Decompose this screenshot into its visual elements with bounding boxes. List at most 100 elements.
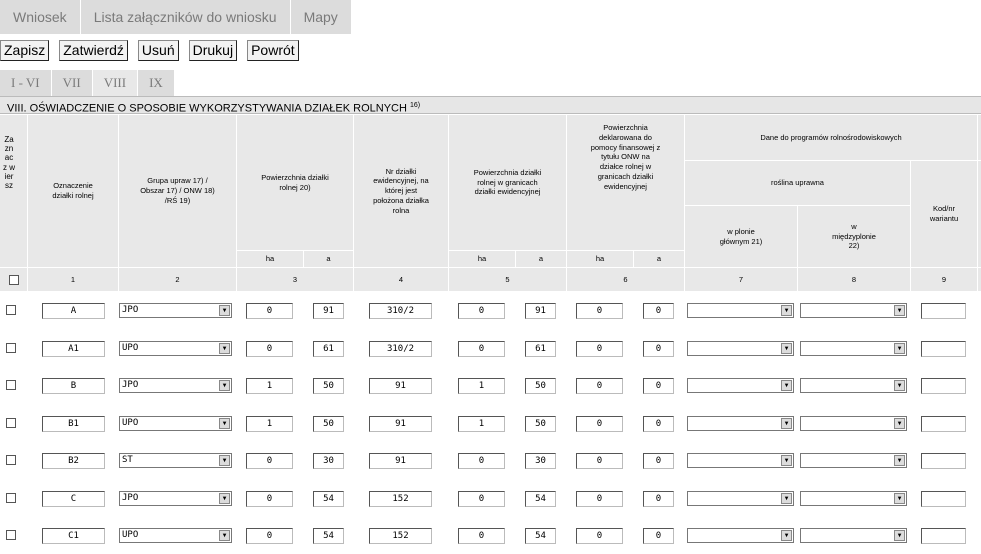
dropdown-arrow-icon[interactable]: ▼ [219,305,230,316]
grupa-upraw-select[interactable]: UPO ▼ [119,528,232,543]
row-select-checkbox[interactable] [6,455,16,465]
nr-dzialki-input[interactable]: 152 [369,490,432,507]
roslina-plon-glowny-select[interactable]: ▼ [687,453,794,468]
dropdown-arrow-icon[interactable]: ▼ [894,342,905,354]
nr-dzialki-input[interactable]: 310/2 [369,340,432,357]
tab-lista-zalacznikow[interactable]: Lista załączników do wniosku [80,0,291,34]
powierzchnia-a-input[interactable]: 54 [313,528,344,544]
oznaczenie-input[interactable]: C1 [42,528,105,544]
roslina-miedzyplon-select[interactable]: ▼ [800,453,907,468]
onw-ha-input[interactable]: 0 [576,340,623,357]
grupa-upraw-select[interactable]: ST ▼ [119,453,232,468]
nr-dzialki-input[interactable]: 310/2 [369,303,432,319]
oznaczenie-input[interactable]: C [42,490,105,507]
onw-a-input[interactable]: 0 [643,303,674,319]
powierzchnia-a-input[interactable]: 50 [313,378,344,394]
onw-ha-input[interactable]: 0 [576,453,623,469]
nr-dzialki-input[interactable]: 152 [369,528,432,544]
kod-wariantu-input[interactable] [921,378,966,394]
powierzchnia-ha-input[interactable]: 0 [246,528,293,544]
dropdown-arrow-icon[interactable]: ▼ [894,455,905,466]
dropdown-arrow-icon[interactable]: ▼ [781,417,792,429]
roslina-plon-glowny-select[interactable]: ▼ [687,528,794,543]
row-select-checkbox[interactable] [6,342,16,353]
dropdown-arrow-icon[interactable]: ▼ [894,380,905,391]
onw-ha-input[interactable]: 0 [576,528,623,544]
subtab-i-vi[interactable]: I - VI [0,70,52,96]
approve-button[interactable]: Zatwierdź [59,40,128,61]
dropdown-arrow-icon[interactable]: ▼ [894,492,905,504]
roslina-plon-glowny-select[interactable]: ▼ [687,303,794,318]
powierzchnia-granice-a-input[interactable]: 30 [525,453,556,469]
kod-wariantu-input[interactable] [921,490,966,507]
onw-a-input[interactable]: 0 [643,490,674,507]
kod-wariantu-input[interactable] [921,340,966,357]
onw-a-input[interactable]: 0 [643,378,674,394]
row-select-checkbox[interactable] [6,380,16,390]
powierzchnia-a-input[interactable]: 30 [313,453,344,469]
powierzchnia-ha-input[interactable]: 1 [246,378,293,394]
roslina-plon-glowny-select[interactable]: ▼ [687,415,794,431]
tab-wniosek[interactable]: Wniosek [0,0,81,34]
dropdown-arrow-icon[interactable]: ▼ [219,492,230,504]
dropdown-arrow-icon[interactable]: ▼ [219,380,230,391]
powierzchnia-granice-ha-input[interactable]: 0 [458,528,505,544]
row-select-checkbox[interactable] [6,417,16,428]
dropdown-arrow-icon[interactable]: ▼ [894,530,905,541]
dropdown-arrow-icon[interactable]: ▼ [219,455,230,466]
powierzchnia-granice-a-input[interactable]: 54 [525,490,556,507]
powierzchnia-ha-input[interactable]: 1 [246,415,293,432]
tab-mapy[interactable]: Mapy [290,0,352,34]
powierzchnia-granice-a-input[interactable]: 50 [525,415,556,432]
row-select-checkbox[interactable] [6,530,16,540]
subtab-vii[interactable]: VII [51,70,93,96]
grupa-upraw-select[interactable]: UPO ▼ [119,340,232,356]
powierzchnia-ha-input[interactable]: 0 [246,490,293,507]
roslina-plon-glowny-select[interactable]: ▼ [687,378,794,393]
dropdown-arrow-icon[interactable]: ▼ [781,492,792,504]
roslina-miedzyplon-select[interactable]: ▼ [800,528,907,543]
dropdown-arrow-icon[interactable]: ▼ [781,305,792,316]
dropdown-arrow-icon[interactable]: ▼ [781,380,792,391]
roslina-plon-glowny-select[interactable]: ▼ [687,490,794,506]
nr-dzialki-input[interactable]: 91 [369,453,432,469]
powierzchnia-granice-a-input[interactable]: 50 [525,378,556,394]
dropdown-arrow-icon[interactable]: ▼ [219,342,230,354]
dropdown-arrow-icon[interactable]: ▼ [219,417,230,429]
nr-dzialki-input[interactable]: 91 [369,378,432,394]
onw-a-input[interactable]: 0 [643,340,674,357]
grupa-upraw-select[interactable]: UPO ▼ [119,415,232,431]
powierzchnia-a-input[interactable]: 61 [313,340,344,357]
print-button[interactable]: Drukuj [188,40,238,61]
powierzchnia-granice-a-input[interactable]: 61 [525,340,556,357]
save-button[interactable]: Zapisz [0,40,50,61]
powierzchnia-granice-ha-input[interactable]: 0 [458,303,505,319]
powierzchnia-granice-a-input[interactable]: 91 [525,303,556,319]
onw-ha-input[interactable]: 0 [576,490,623,507]
back-button[interactable]: Powrót [247,40,299,61]
row-select-checkbox[interactable] [6,305,16,315]
roslina-miedzyplon-select[interactable]: ▼ [800,415,907,431]
row-select-checkbox[interactable] [6,492,16,503]
powierzchnia-ha-input[interactable]: 0 [246,453,293,469]
nr-dzialki-input[interactable]: 91 [369,415,432,432]
dropdown-arrow-icon[interactable]: ▼ [781,455,792,466]
grupa-upraw-select[interactable]: JPO ▼ [119,303,232,318]
onw-a-input[interactable]: 0 [643,453,674,469]
powierzchnia-granice-ha-input[interactable]: 0 [458,340,505,357]
onw-a-input[interactable]: 0 [643,528,674,544]
powierzchnia-granice-ha-input[interactable]: 1 [458,378,505,394]
oznaczenie-input[interactable]: A [42,303,105,319]
oznaczenie-input[interactable]: B1 [42,415,105,432]
roslina-plon-glowny-select[interactable]: ▼ [687,340,794,356]
subtab-ix[interactable]: IX [138,70,175,96]
dropdown-arrow-icon[interactable]: ▼ [781,342,792,354]
powierzchnia-ha-input[interactable]: 0 [246,303,293,319]
powierzchnia-ha-input[interactable]: 0 [246,340,293,357]
dropdown-arrow-icon[interactable]: ▼ [894,305,905,316]
dropdown-arrow-icon[interactable]: ▼ [894,417,905,429]
powierzchnia-granice-ha-input[interactable]: 0 [458,453,505,469]
roslina-miedzyplon-select[interactable]: ▼ [800,490,907,506]
roslina-miedzyplon-select[interactable]: ▼ [800,378,907,393]
oznaczenie-input[interactable]: A1 [42,340,105,357]
